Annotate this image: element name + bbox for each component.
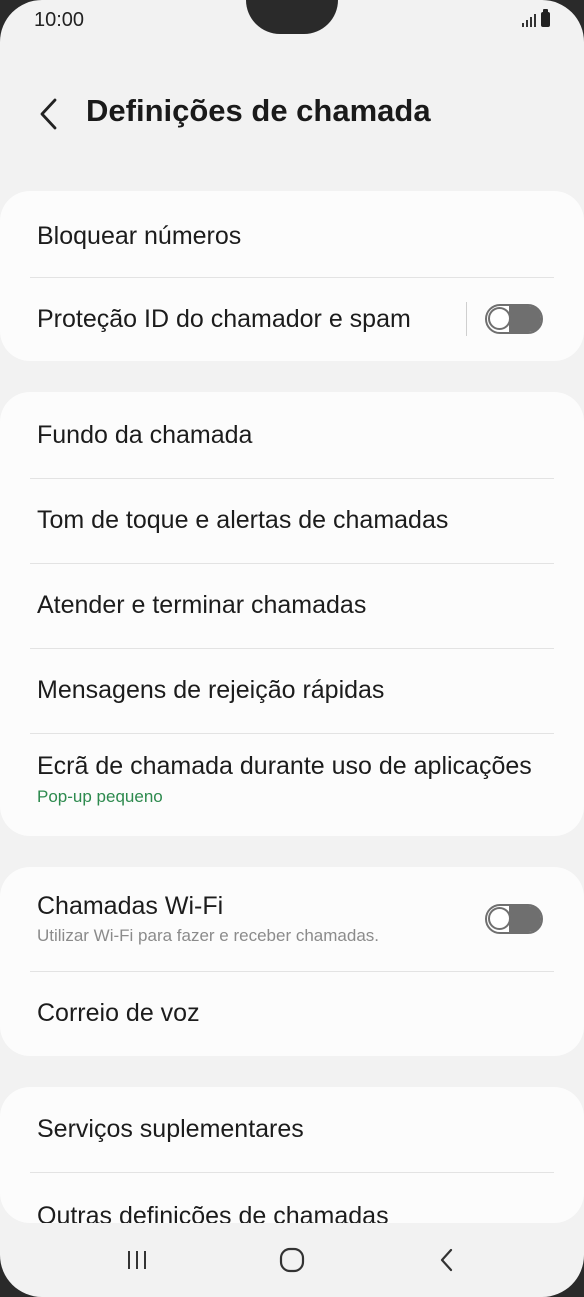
setting-voicemail[interactable]: Correio de voz xyxy=(0,971,584,1056)
setting-label: Outras definições de chamadas xyxy=(37,1202,389,1223)
status-time: 10:00 xyxy=(34,9,85,31)
setting-label: Proteção ID do chamador e spam xyxy=(37,304,411,333)
recents-button[interactable] xyxy=(112,1240,162,1280)
setting-call-display-while-using-apps[interactable]: Ecrã de chamada durante uso de aplicaçõe… xyxy=(0,733,584,836)
back-icon xyxy=(440,1248,452,1272)
settings-card-2: Fundo da chamada Tom de toque e alertas … xyxy=(0,392,584,836)
setting-label: Ecrã de chamada durante uso de aplicaçõe… xyxy=(37,752,532,780)
setting-description: Utilizar Wi-Fi para fazer e receber cham… xyxy=(37,926,380,945)
signal-icon xyxy=(522,13,536,27)
toggle-track xyxy=(509,306,541,332)
caller-id-spam-toggle[interactable] xyxy=(485,304,543,334)
back-arrow-icon[interactable] xyxy=(38,96,60,132)
battery-icon xyxy=(541,9,550,27)
home-button[interactable] xyxy=(267,1240,317,1280)
settings-card-1: Bloquear números Proteção ID do chamador… xyxy=(0,191,584,361)
setting-quick-decline-messages[interactable]: Mensagens de rejeição rápidas xyxy=(0,648,584,733)
recents-icon xyxy=(128,1251,147,1269)
setting-wifi-calling[interactable]: Chamadas Wi-Fi Utilizar Wi-Fi para fazer… xyxy=(0,867,584,971)
settings-card-3: Chamadas Wi-Fi Utilizar Wi-Fi para fazer… xyxy=(0,867,584,1056)
status-icons xyxy=(522,9,550,27)
setting-value: Pop-up pequeno xyxy=(37,787,163,806)
phone-screen: 10:00 Definições de chamada Bloquear núm… xyxy=(0,0,584,1297)
wifi-calling-toggle[interactable] xyxy=(485,904,543,934)
navigation-bar xyxy=(0,1223,584,1297)
setting-label: Mensagens de rejeição rápidas xyxy=(37,676,385,704)
toggle-knob xyxy=(488,307,511,330)
setting-call-background[interactable]: Fundo da chamada xyxy=(0,392,584,478)
divider xyxy=(466,302,467,336)
header: Definições de chamada xyxy=(0,88,584,138)
toggle-knob xyxy=(488,907,511,930)
setting-block-numbers[interactable]: Bloquear números xyxy=(0,191,584,277)
setting-label: Tom de toque e alertas de chamadas xyxy=(37,506,449,534)
setting-label: Bloquear números xyxy=(37,221,242,250)
setting-label: Atender e terminar chamadas xyxy=(37,591,367,619)
toggle-track xyxy=(509,906,541,932)
home-icon xyxy=(279,1247,305,1273)
setting-label: Chamadas Wi-Fi xyxy=(37,892,224,920)
setting-label: Fundo da chamada xyxy=(37,420,253,449)
settings-card-4: Serviços suplementares Outras definições… xyxy=(0,1087,584,1223)
page-title: Definições de chamada xyxy=(86,93,431,128)
camera-notch xyxy=(246,0,338,34)
setting-supplementary-services[interactable]: Serviços suplementares xyxy=(0,1087,584,1172)
setting-label: Correio de voz xyxy=(37,999,200,1027)
setting-caller-id-spam[interactable]: Proteção ID do chamador e spam xyxy=(0,277,584,361)
setting-answer-end-calls[interactable]: Atender e terminar chamadas xyxy=(0,563,584,648)
setting-other-call-settings[interactable]: Outras definições de chamadas xyxy=(0,1172,584,1223)
setting-label: Serviços suplementares xyxy=(37,1115,304,1143)
back-button[interactable] xyxy=(422,1240,472,1280)
setting-ringtone-alerts[interactable]: Tom de toque e alertas de chamadas xyxy=(0,478,584,563)
